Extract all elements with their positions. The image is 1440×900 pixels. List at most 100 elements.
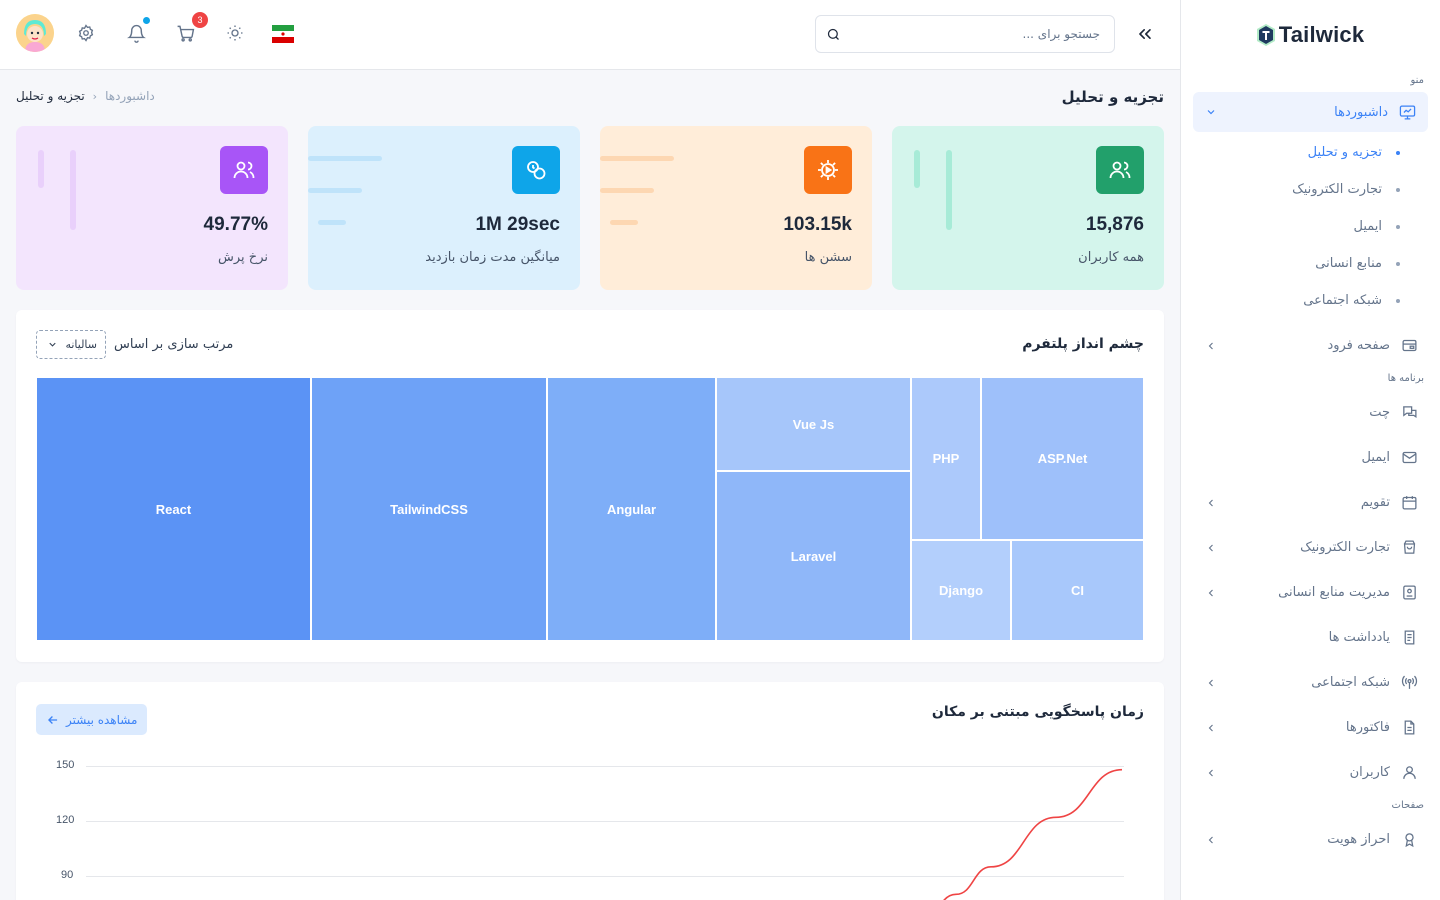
submenu-item-label: ایمیل — [1353, 219, 1382, 234]
chevron-left-icon — [1208, 544, 1213, 551]
sidebar-item-label: تقویم — [1360, 495, 1390, 510]
theme-toggle-sun-icon[interactable] — [224, 22, 246, 44]
bullet-icon — [1396, 150, 1400, 155]
treemap-tile-label: PHP — [932, 451, 960, 466]
dashboards-submenu: تجزیه و تحلیل تجارت الکترونیک ایمیل مناب… — [1181, 132, 1440, 323]
cart-count-badge: 3 — [192, 12, 208, 28]
treemap-tile-tailwindcss[interactable]: TailwindCSS — [311, 377, 547, 641]
response-time-panel: زمان پاسخگویی مبتنی بر مکان مشاهده بیشتر… — [16, 682, 1164, 900]
sidebar-item-calendar[interactable]: تقویم — [1181, 480, 1440, 525]
stat-label: سشن ها — [804, 250, 852, 265]
apps-section-label: برنامه ها — [1387, 373, 1424, 384]
sidebar-item-email[interactable]: ایمیل — [1181, 435, 1440, 480]
treemap-tile-laravel[interactable]: Laravel — [716, 471, 911, 641]
breadcrumb-current: تجزیه و تحلیل — [16, 89, 85, 103]
notes-icon — [1400, 629, 1418, 647]
calendar-icon — [1400, 494, 1418, 512]
response-time-series-line — [943, 768, 1123, 900]
treemap-tile-angular[interactable]: Angular — [547, 377, 716, 641]
treemap-tile-label: Laravel — [790, 548, 837, 564]
sidebar-item-label: یادداشت ها — [1328, 630, 1390, 645]
submenu-item-ecommerce[interactable]: تجارت الکترونیک — [1181, 171, 1440, 208]
bullet-icon — [1396, 224, 1400, 229]
sidebar-item-label: صفحه فرود — [1327, 338, 1390, 353]
sidebar: Tailwick منو داشبوردها تجزیه و تحلیل تجا… — [1180, 0, 1440, 900]
sidebar-item-label: شبکه اجتماعی — [1311, 675, 1390, 690]
treemap-tile-label: React — [155, 501, 192, 517]
notification-dot — [143, 17, 150, 24]
response-time-chart — [943, 768, 1123, 900]
file-text-icon — [1400, 719, 1418, 737]
submenu-item-analytics[interactable]: تجزیه و تحلیل — [1181, 134, 1440, 171]
decor-shape — [70, 150, 76, 230]
user-avatar[interactable] — [16, 14, 54, 52]
sort-control: سالیانه مرتب سازی بر اساس — [36, 330, 233, 359]
treemap-tile-ci[interactable]: CI — [1011, 540, 1144, 641]
notification-bell-icon[interactable] — [125, 17, 150, 44]
chat-icon — [1400, 404, 1418, 422]
stat-value: 15,876 — [1085, 214, 1144, 235]
decor-shape — [600, 188, 654, 193]
sidebar-item-dashboards[interactable]: داشبوردها — [1193, 92, 1428, 132]
search-input[interactable] — [816, 16, 1114, 52]
timer-coins-icon — [512, 146, 560, 194]
treemap-tile-vuejs[interactable]: Vue Js — [716, 377, 911, 471]
sidebar-item-label: کاربران — [1349, 765, 1390, 780]
submenu-item-label: تجارت الکترونیک — [1292, 182, 1382, 197]
cart-icon[interactable]: 3 — [174, 12, 208, 44]
decor-shape — [38, 150, 44, 188]
sort-select[interactable]: سالیانه — [36, 330, 106, 359]
search-icon — [827, 28, 839, 40]
sidebar-item-hr-management[interactable]: مدیریت منابع انسانی — [1181, 570, 1440, 615]
stat-value: 49.77% — [203, 214, 268, 235]
mail-icon — [1400, 449, 1418, 467]
sidebar-collapse-icon[interactable] — [1135, 24, 1155, 44]
submenu-item-email[interactable]: ایمیل — [1181, 208, 1440, 245]
pages-section-label: صفحات — [1391, 800, 1424, 811]
sidebar-item-label: تجارت الکترونیک — [1300, 540, 1390, 555]
sidebar-item-label: داشبوردها — [1334, 104, 1388, 120]
stat-label: میانگین مدت زمان بازدید — [425, 250, 560, 265]
award-icon — [1400, 831, 1418, 849]
breadcrumb-separator-icon: ‹ — [92, 89, 98, 103]
bullet-icon — [1396, 261, 1400, 266]
treemap-tile-react[interactable]: React — [36, 377, 311, 641]
submenu-item-social[interactable]: شبکه اجتماعی — [1181, 282, 1440, 319]
sidebar-item-notes[interactable]: یادداشت ها — [1181, 615, 1440, 660]
treemap-tile-django[interactable]: Django — [911, 540, 1011, 641]
chevron-left-icon — [1208, 342, 1213, 349]
language-flag-iran-icon[interactable] — [272, 24, 294, 44]
id-card-icon — [1400, 584, 1418, 602]
breadcrumb-parent[interactable]: داشبوردها — [105, 89, 155, 103]
sidebar-item-users[interactable]: کاربران — [1181, 750, 1440, 795]
chevron-left-icon — [1208, 769, 1213, 776]
logo-text: Tailwick — [1278, 22, 1365, 47]
treemap-tile-php[interactable]: PHP — [911, 377, 981, 540]
treemap-tile-label: Vue Js — [792, 416, 835, 432]
treemap-tile-label: ASP.Net — [1037, 451, 1088, 466]
sidebar-item-authentication[interactable]: احراز هویت — [1181, 817, 1440, 862]
treemap-tile-label: TailwindCSS — [390, 501, 468, 517]
logo-mark-icon — [1256, 24, 1275, 46]
sidebar-item-invoices[interactable]: فاکتورها — [1181, 705, 1440, 750]
sidebar-item-social[interactable]: شبکه اجتماعی — [1181, 660, 1440, 705]
settings-icon[interactable] — [75, 22, 97, 44]
sidebar-item-chat[interactable]: چت — [1181, 390, 1440, 435]
sidebar-item-label: فاکتورها — [1345, 720, 1390, 735]
stat-card-bounce-rate: 49.77% نرخ پرش — [16, 126, 288, 290]
sort-select-value: سالیانه — [65, 338, 97, 351]
stat-value: 1M 29sec — [475, 214, 560, 235]
submenu-item-hr[interactable]: منابع انسانی — [1181, 245, 1440, 282]
stat-label: نرخ پرش — [218, 250, 268, 265]
sidebar-item-label: احراز هویت — [1327, 832, 1390, 847]
chevron-left-icon — [1208, 836, 1213, 843]
sidebar-item-landing[interactable]: صفحه فرود — [1181, 323, 1440, 368]
bullet-icon — [1396, 298, 1400, 303]
submenu-item-label: منابع انسانی — [1315, 256, 1382, 271]
logo[interactable]: Tailwick — [1181, 0, 1440, 70]
chevron-left-icon — [1208, 499, 1213, 506]
sidebar-item-ecommerce[interactable]: تجارت الکترونیک — [1181, 525, 1440, 570]
menu-section-label: منو — [1410, 75, 1424, 86]
treemap-tile-aspnet[interactable]: ASP.Net — [981, 377, 1144, 540]
shopping-bag-icon — [1400, 539, 1418, 557]
